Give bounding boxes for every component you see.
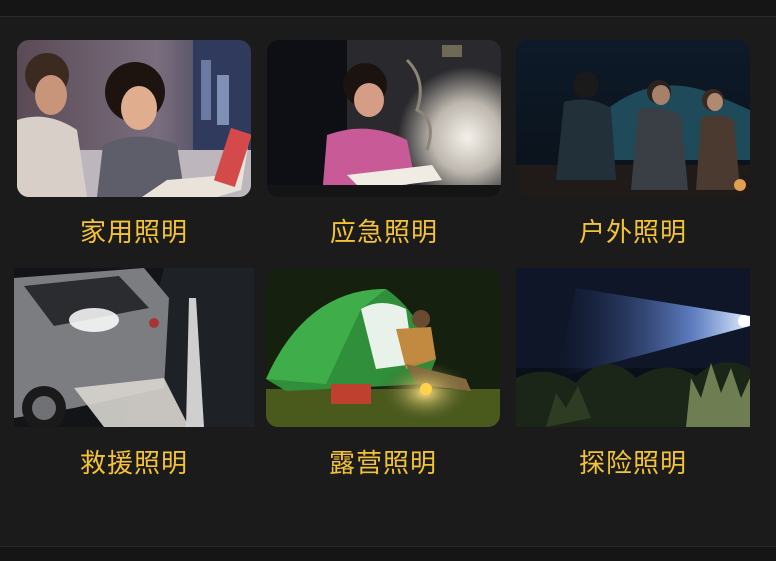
caption-emergency-lighting: 应急照明: [329, 218, 438, 248]
bottom-divider: [0, 546, 776, 561]
car-roadside-photo: [14, 268, 254, 427]
family-reading-photo: [17, 40, 251, 197]
caption-exploration-lighting: 探险照明: [578, 449, 687, 479]
caption-camping-lighting: 露营照明: [328, 449, 437, 479]
caption-outdoor-lighting: 户外照明: [578, 218, 687, 248]
tent-camping-photo: [266, 269, 500, 427]
campfire-group-photo: [516, 40, 750, 197]
top-divider: [0, 0, 776, 17]
caption-rescue-lighting: 救援照明: [79, 449, 188, 479]
caption-home-lighting: 家用照明: [79, 218, 188, 248]
application-scenarios-panel: 家用照明 应急照明 户外照明 救援照明 露营照明 探险照明: [0, 0, 776, 561]
flashlight-beam-photo: [516, 268, 750, 427]
child-studying-photo: [267, 40, 501, 197]
